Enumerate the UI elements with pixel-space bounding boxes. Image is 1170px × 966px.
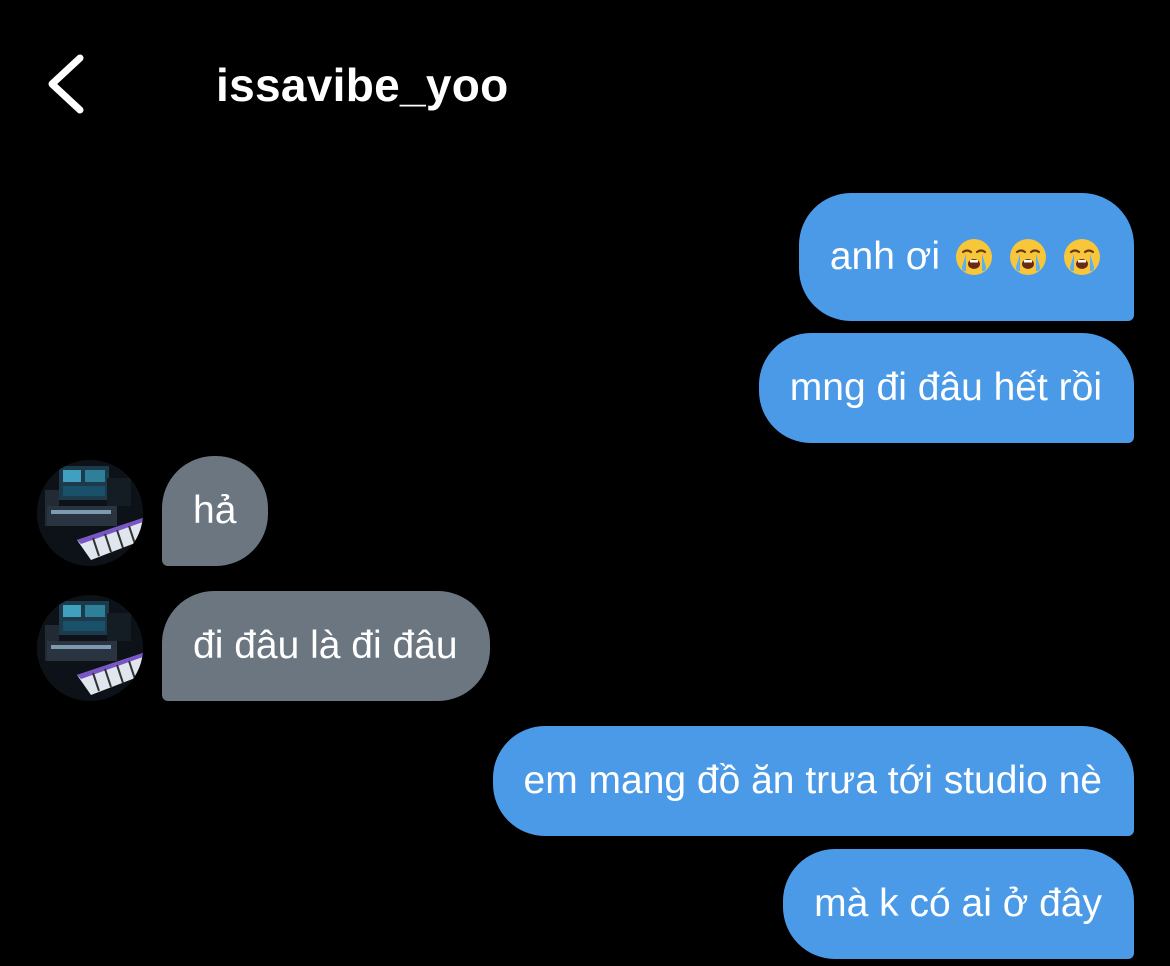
emoji-group [954, 237, 1102, 277]
message-text: mà k có ai ở đây [814, 882, 1102, 925]
message-text: mng đi đâu hết rồi [789, 366, 1102, 409]
sender-avatar[interactable] [37, 595, 143, 701]
message-text: hả [193, 489, 237, 532]
sent-message-bubble[interactable]: mng đi đâu hết rồi [758, 333, 1134, 443]
sent-message-bubble[interactable]: anh ơi [798, 193, 1134, 321]
message-text: đi đâu là đi đâu [193, 624, 458, 667]
sent-message-bubble[interactable]: em mang đồ ăn trưa tới studio nè [492, 726, 1134, 836]
received-message-bubble[interactable]: đi đâu là đi đâu [162, 591, 490, 701]
sent-message-bubble[interactable]: mà k có ai ở đây [783, 849, 1134, 959]
studio-photo-icon [37, 460, 143, 566]
message-text: em mang đồ ăn trưa tới studio nè [523, 759, 1103, 802]
received-message-bubble[interactable]: hả [162, 456, 269, 566]
loudly-crying-face-icon [1064, 239, 1100, 275]
sender-avatar[interactable] [37, 460, 143, 566]
message-text: anh ơi [829, 235, 940, 278]
loudly-crying-face-icon [956, 239, 992, 275]
message-thread: anh ơi mng đi đâu hết rồi hả đi đâu là đ… [0, 0, 1170, 966]
loudly-crying-face-icon [1010, 239, 1046, 275]
studio-photo-icon [37, 595, 143, 701]
